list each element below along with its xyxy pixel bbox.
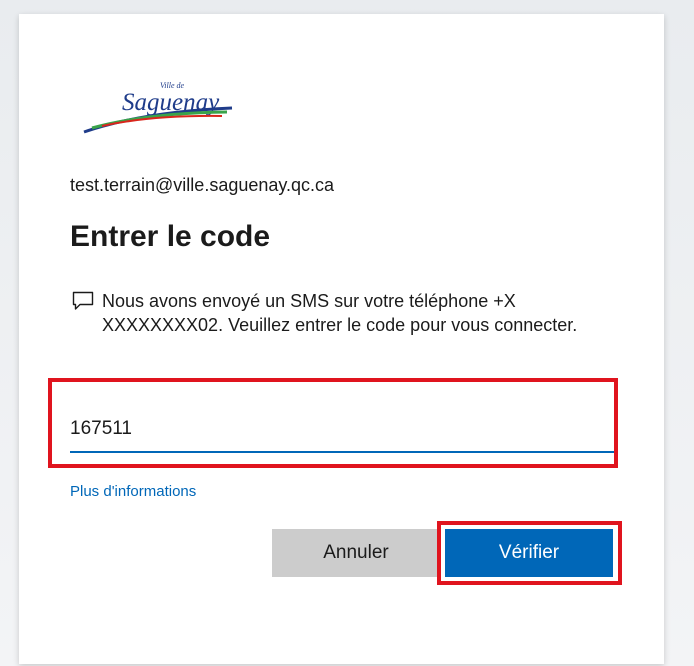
cancel-button[interactable]: Annuler (272, 529, 440, 577)
saguenay-logo: Ville de Saguenay (82, 68, 262, 142)
sms-message-text: Nous avons envoyé un SMS sur votre télép… (102, 291, 578, 336)
account-email: test.terrain@ville.saguenay.qc.ca (70, 175, 335, 195)
code-input[interactable] (70, 407, 614, 453)
chat-bubble-icon (72, 291, 102, 316)
verify-button[interactable]: Vérifier (445, 529, 613, 577)
page-title: Entrer le code (70, 220, 271, 253)
sms-message: Nous avons envoyé un SMS sur votre télép… (72, 289, 632, 338)
logo-graphic: Ville de Saguenay (83, 81, 233, 134)
more-info-link[interactable]: Plus d'informations (70, 483, 196, 500)
